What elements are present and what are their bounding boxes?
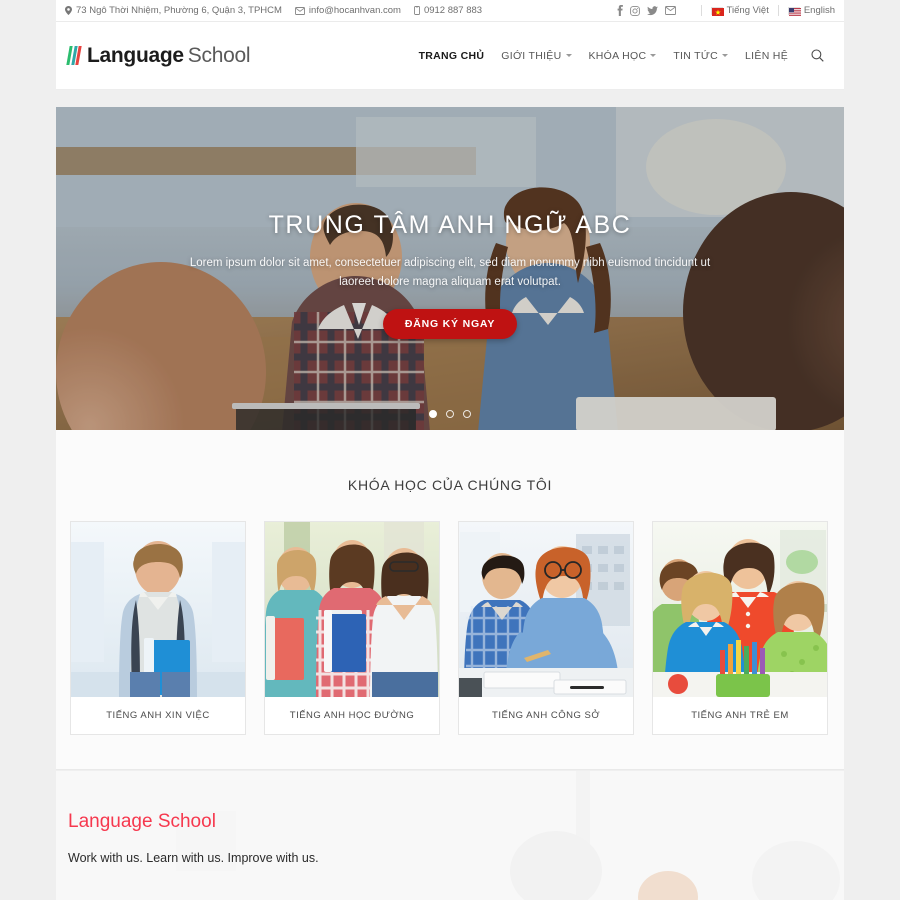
nav-item-tin-tuc[interactable]: TIN TỨC [673, 49, 729, 62]
hero-cta-button[interactable]: ĐĂNG KÝ NGAY [382, 308, 518, 339]
language-en-label: English [803, 5, 835, 16]
divider [777, 5, 779, 16]
nav-label: TIN TỨC [673, 49, 719, 62]
top-info-bar: 73 Ngô Thời Nhiệm, Phường 6, Quận 3, TPH… [56, 0, 844, 22]
carousel-dot-1[interactable] [429, 410, 437, 418]
courses-card-list: TIẾNG ANH XIN VIỆC TIẾNG ANH HỌC ĐƯỜNG T… [56, 493, 844, 735]
phone-icon [414, 6, 420, 15]
twitter-icon[interactable] [646, 5, 658, 16]
nav-item-gioi-thieu[interactable]: GIỚI THIỆU [501, 49, 572, 62]
hero-carousel: TRUNG TÂM ANH NGỮ ABC Lorem ipsum dolor … [56, 107, 844, 430]
about-title: Language School [68, 811, 216, 832]
email-item[interactable]: info@hocanhvan.com [294, 5, 401, 16]
nav-item-lien-he[interactable]: LIÊN HỆ [745, 50, 788, 62]
hero-subtitle: Lorem ipsum dolor sit amet, consectetuer… [189, 257, 711, 288]
nav-item-khoa-hoc[interactable]: KHÓA HỌC [589, 50, 657, 62]
logo-primary: Language [87, 43, 184, 67]
about-content: Language School Work with us. Learn with… [56, 771, 844, 865]
course-image [265, 522, 439, 697]
site-header: Language School TRANG CHỦ GIỚI THIỆU KHÓA… [56, 22, 844, 90]
course-title: TIẾNG ANH HỌC ĐƯỜNG [289, 710, 415, 721]
courses-section-title: KHÓA HỌC CỦA CHÚNG TÔI [347, 477, 553, 493]
chevron-down-icon [650, 54, 657, 57]
nav-label: GIỚI THIỆU [501, 49, 562, 62]
about-subtitle: Work with us. Learn with us. Improve wit… [68, 851, 319, 865]
topbar-right-group: Tiếng Việt English [617, 5, 835, 16]
carousel-dot-3[interactable] [463, 410, 471, 418]
hero-content: TRUNG TÂM ANH NGỮ ABC Lorem ipsum dolor … [56, 211, 844, 339]
logo-text: Language School [87, 43, 251, 68]
social-links [617, 5, 676, 16]
course-title: TIẾNG ANH CÔNG SỞ [492, 710, 600, 721]
address-item: 73 Ngô Thời Nhiệm, Phường 6, Quận 3, TPH… [65, 5, 282, 16]
email-icon[interactable] [664, 6, 676, 15]
facebook-icon[interactable] [617, 5, 623, 16]
course-image [653, 522, 827, 697]
nav-label: KHÓA HỌC [588, 49, 647, 62]
chevron-down-icon [722, 54, 729, 57]
courses-section: KHÓA HỌC CỦA CHÚNG TÔI TIẾNG ANH XIN VIỆ… [56, 430, 844, 770]
main-navigation: TRANG CHỦ GIỚI THIỆU KHÓA HỌC TIN TỨC LI… [419, 49, 824, 62]
logo-bars-icon [66, 46, 82, 65]
page-root: 73 Ngô Thời Nhiệm, Phường 6, Quận 3, TPH… [0, 0, 900, 900]
flag-usa-icon [787, 6, 801, 16]
search-icon[interactable] [811, 49, 824, 62]
phone-text: 0912 887 883 [423, 5, 483, 16]
chevron-down-icon [565, 54, 572, 57]
nav-label: LIÊN HỆ [745, 49, 788, 62]
course-card[interactable]: TIẾNG ANH TRẺ EM [652, 521, 828, 735]
course-title: TIẾNG ANH XIN VIỆC [106, 710, 210, 721]
language-vi[interactable]: Tiếng Việt [710, 5, 769, 16]
nav-label: TRANG CHỦ [418, 49, 485, 62]
language-vi-label: Tiếng Việt [726, 5, 769, 16]
about-section: Language School Work with us. Learn with… [56, 771, 844, 900]
phone-item[interactable]: 0912 887 883 [414, 5, 482, 16]
course-image [459, 522, 633, 697]
location-pin-icon [65, 6, 72, 15]
course-card[interactable]: TIẾNG ANH CÔNG SỞ [458, 521, 634, 735]
language-en[interactable]: English [787, 5, 835, 16]
carousel-dots [56, 410, 844, 418]
carousel-dot-2[interactable] [446, 410, 454, 418]
address-text: 73 Ngô Thời Nhiệm, Phường 6, Quận 3, TPH… [76, 5, 282, 16]
course-card[interactable]: TIẾNG ANH HỌC ĐƯỜNG [264, 521, 440, 735]
site-logo[interactable]: Language School [66, 43, 251, 68]
course-card[interactable]: TIẾNG ANH XIN VIỆC [70, 521, 246, 735]
logo-secondary: School [187, 43, 251, 67]
flag-vietnam-icon [710, 6, 724, 16]
contact-info-group: 73 Ngô Thời Nhiệm, Phường 6, Quận 3, TPH… [65, 5, 482, 16]
envelope-icon [294, 6, 305, 15]
nav-item-trang-chu[interactable]: TRANG CHỦ [419, 50, 485, 62]
divider [700, 5, 702, 16]
email-text: info@hocanhvan.com [308, 5, 401, 16]
course-image [71, 522, 245, 697]
hero-title: TRUNG TÂM ANH NGỮ ABC [268, 211, 632, 239]
course-title: TIẾNG ANH TRẺ EM [691, 710, 789, 721]
instagram-icon[interactable] [629, 5, 640, 16]
